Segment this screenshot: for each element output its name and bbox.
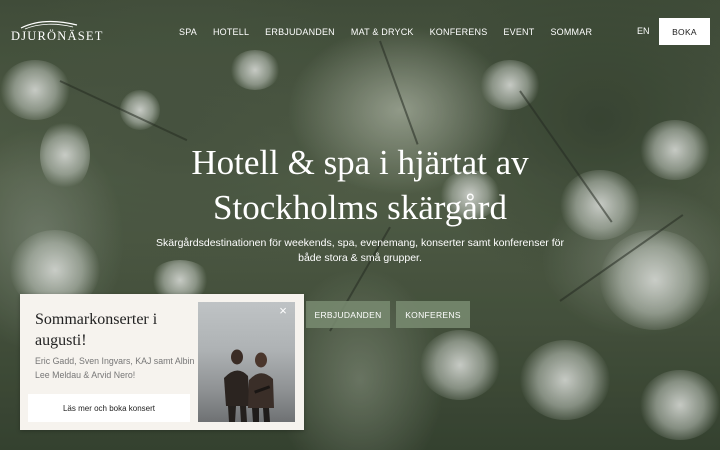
close-icon[interactable]: ×: [276, 304, 290, 318]
book-button[interactable]: BOKA: [659, 18, 710, 45]
nav-item-spa[interactable]: SPA: [172, 25, 204, 39]
offers-button[interactable]: ERBJUDANDEN: [306, 301, 390, 328]
popup-title-line: Sommarkonserter i: [35, 311, 158, 328]
popup-description-line: Lee Meldau & Arvid Nero!: [35, 370, 136, 380]
concert-popup: Sommarkonserter i augusti! Eric Gadd, Sv…: [20, 294, 304, 430]
hero-subtitle-line: Skärgårdsdestinationen för weekends, spa…: [156, 237, 564, 249]
conference-button[interactable]: KONFERENS: [396, 301, 470, 328]
logo-text: DJURÖNÄSET: [11, 29, 104, 43]
popup-description: Eric Gadd, Sven Ingvars, KAJ samt Albin …: [35, 354, 205, 382]
read-more-concert-button[interactable]: Läs mer och boka konsert: [28, 394, 190, 422]
musicians-photo: [198, 302, 295, 422]
main-nav: SPA HOTELL ERBJUDANDEN MAT & DRYCK KONFE…: [172, 25, 599, 39]
popup-description-line: Eric Gadd, Sven Ingvars, KAJ samt Albin: [35, 356, 195, 366]
nav-item-konferens[interactable]: KONFERENS: [423, 25, 495, 39]
nav-item-erbjudanden[interactable]: ERBJUDANDEN: [258, 25, 342, 39]
popup-title: Sommarkonserter i augusti!: [35, 309, 205, 351]
hero-subtitle: Skärgårdsdestinationen för weekends, spa…: [150, 236, 570, 266]
popup-title-line: augusti!: [35, 332, 87, 349]
nav-item-mat-dryck[interactable]: MAT & DRYCK: [344, 25, 421, 39]
site-header: DJURÖNÄSET SPA HOTELL ERBJUDANDEN MAT & …: [0, 0, 720, 60]
musicians-photo-icon: [224, 349, 274, 422]
site-logo[interactable]: DJURÖNÄSET: [11, 20, 104, 44]
hero-title-line: Hotell & spa i hjärtat av: [191, 143, 529, 182]
nav-item-hotell[interactable]: HOTELL: [206, 25, 256, 39]
nav-item-event[interactable]: EVENT: [496, 25, 541, 39]
hero-subtitle-line: både stora & små grupper.: [298, 252, 422, 264]
hero-title: Hotell & spa i hjärtat av Stockholms skä…: [160, 140, 560, 230]
nav-item-sommar[interactable]: SOMMAR: [543, 25, 599, 39]
language-switch[interactable]: EN: [637, 26, 650, 36]
hero-title-line: Stockholms skärgård: [213, 188, 507, 227]
